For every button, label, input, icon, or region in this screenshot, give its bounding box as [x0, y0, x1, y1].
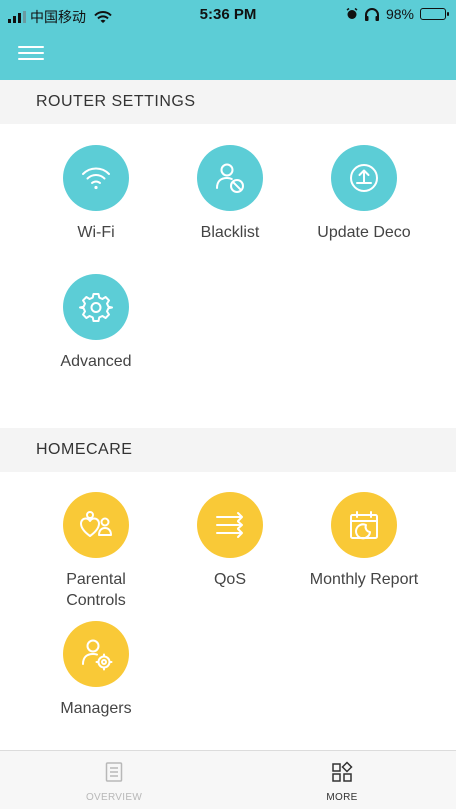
upload-icon	[331, 145, 397, 211]
user-gear-icon	[63, 621, 129, 687]
parental-controls-icon	[63, 492, 129, 558]
monthly-report-tile[interactable]: Monthly Report	[297, 492, 431, 590]
hamburger-menu-icon[interactable]	[18, 44, 44, 62]
document-icon	[105, 762, 123, 782]
status-right: 98%	[346, 6, 449, 22]
battery-icon	[420, 8, 449, 20]
grid-more-icon	[332, 761, 353, 782]
battery-percent: 98%	[385, 6, 414, 22]
tile-label: QoS	[213, 571, 246, 588]
status-bar: 中国移动 5:36 PM 98%	[0, 0, 456, 30]
section-title: ROUTER SETTINGS	[36, 93, 196, 110]
tile-label: Managers	[60, 700, 132, 717]
section-title: HOMECARE	[36, 441, 133, 458]
tile-label: Advanced	[60, 353, 132, 370]
headphones-icon	[364, 7, 379, 21]
tab-label: OVERVIEW	[85, 792, 143, 803]
calendar-report-icon	[331, 492, 397, 558]
tab-more[interactable]: MORE	[228, 751, 456, 809]
tile-label: Update Deco	[317, 224, 411, 241]
app-header: 中国移动 5:36 PM 98%	[0, 0, 456, 80]
parental-controls-tile[interactable]: Parental Controls	[29, 492, 163, 611]
advanced-tile[interactable]: Advanced	[29, 274, 163, 372]
tile-label: Wi-Fi	[77, 224, 115, 241]
tile-label: Monthly Report	[309, 571, 419, 588]
router-settings-header: ROUTER SETTINGS	[0, 80, 456, 124]
wifi-tile[interactable]: Wi-Fi	[29, 145, 163, 243]
tab-overview[interactable]: OVERVIEW	[0, 751, 228, 809]
update-deco-tile[interactable]: Update Deco	[297, 145, 431, 243]
blacklist-tile[interactable]: Blacklist	[163, 145, 297, 243]
wifi-icon	[63, 145, 129, 211]
gear-icon	[63, 274, 129, 340]
qos-arrows-icon	[197, 492, 263, 558]
tab-label: MORE	[326, 792, 358, 803]
managers-tile[interactable]: Managers	[29, 621, 163, 719]
user-block-icon	[197, 145, 263, 211]
alarm-icon	[346, 8, 358, 19]
homecare-header: HOMECARE	[0, 428, 456, 472]
qos-tile[interactable]: QoS	[163, 492, 297, 590]
tile-label: Blacklist	[200, 224, 260, 241]
tile-label: Parental Controls	[66, 571, 126, 609]
bottom-tab-bar: OVERVIEW MORE	[0, 750, 456, 809]
